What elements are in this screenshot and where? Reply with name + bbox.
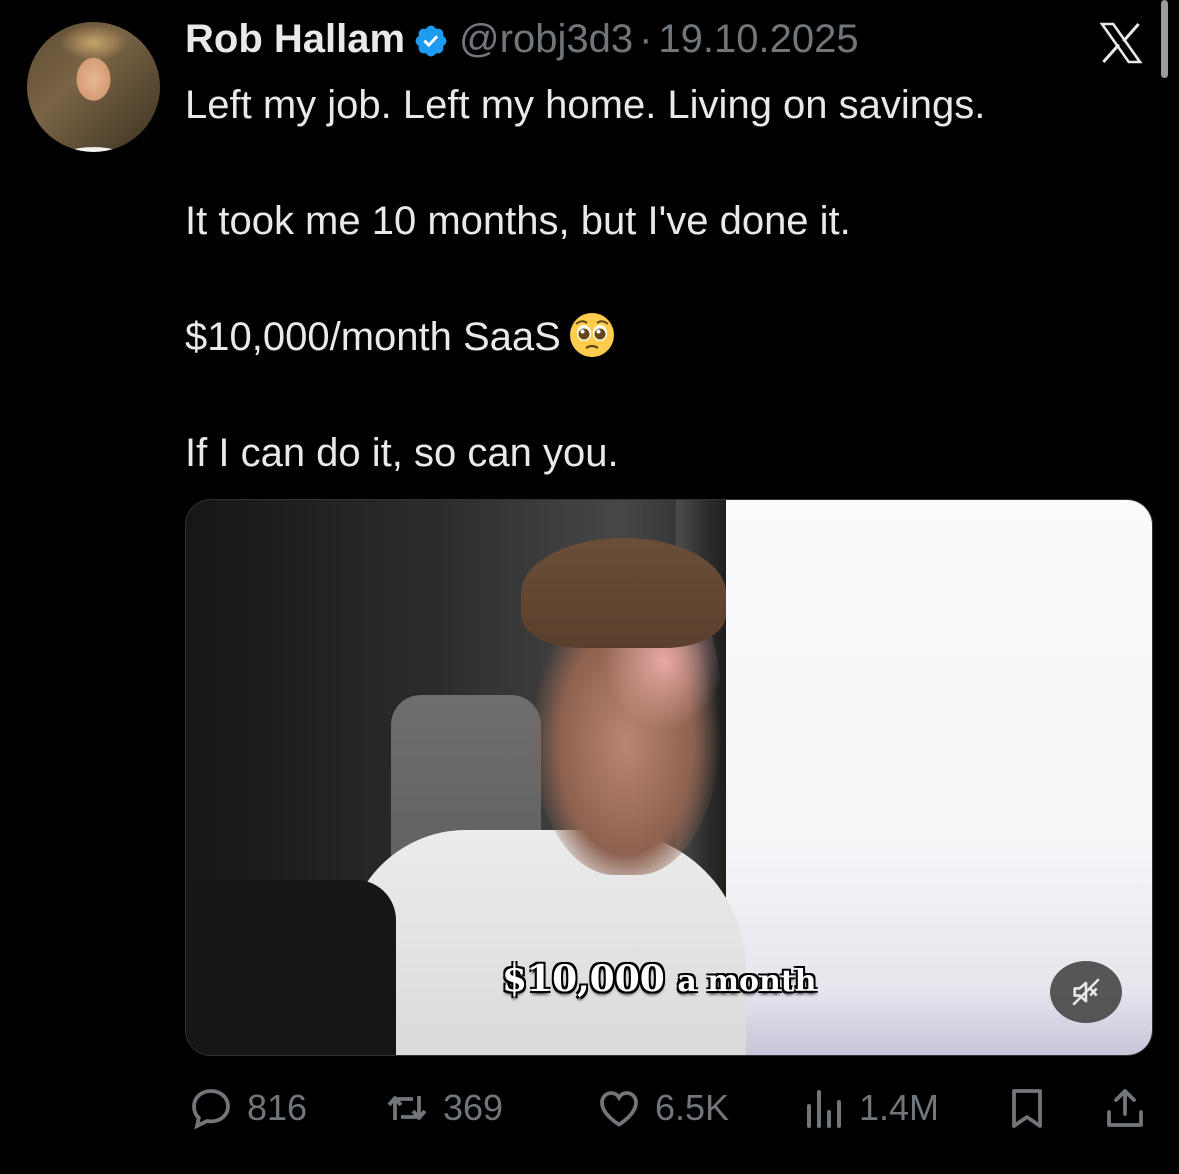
share-button[interactable]	[1101, 1080, 1149, 1136]
views-count: 1.4M	[859, 1087, 940, 1128]
video-caption-rest: a month	[677, 964, 817, 999]
repost-button[interactable]: 369	[383, 1080, 503, 1136]
heart-icon	[600, 1091, 638, 1127]
speaker-muted-icon	[1072, 978, 1100, 1006]
tweet-header: Rob Hallam @robj3d3 · 19.10.2025	[185, 14, 859, 64]
repost-count: 369	[443, 1087, 504, 1128]
video-foreground-object	[186, 880, 396, 1055]
like-button[interactable]: 6.5K	[595, 1080, 729, 1136]
video-person-body	[346, 830, 746, 1055]
mute-toggle-button[interactable]	[1050, 961, 1122, 1023]
author-handle[interactable]: @robj3d3	[459, 14, 633, 64]
reply-button[interactable]: 816	[187, 1080, 307, 1136]
tweet-date[interactable]: 19.10.2025	[658, 14, 858, 64]
bookmark-icon	[1012, 1089, 1042, 1128]
pleading-face-emoji-icon	[567, 310, 617, 360]
author-name[interactable]: Rob Hallam	[185, 14, 405, 64]
verified-badge-icon	[413, 21, 449, 57]
separator-dot: ·	[639, 17, 653, 61]
tweet-line-text: $10,000/month SaaS	[185, 315, 561, 359]
video-caption-amount: $10,000	[502, 958, 665, 1000]
bar-chart-icon	[807, 1090, 841, 1128]
speech-bubble-icon	[192, 1089, 230, 1130]
scrollbar[interactable]	[1161, 0, 1168, 78]
tweet-line: $10,000/month SaaS	[185, 308, 1145, 366]
like-count: 6.5K	[655, 1087, 730, 1128]
bookmark-button[interactable]	[1003, 1080, 1051, 1136]
video-person-hair	[521, 538, 726, 648]
author-avatar[interactable]	[27, 22, 160, 152]
tweet-text: Left my job. Left my home. Living on sav…	[185, 76, 1145, 482]
repost-arrows-icon	[387, 1096, 427, 1120]
video-player[interactable]: $10,000 a month	[185, 499, 1153, 1056]
video-caption: $10,000 a month	[502, 958, 817, 1000]
views-button[interactable]: 1.4M	[799, 1080, 939, 1136]
tweet-line: Left my job. Left my home. Living on sav…	[185, 83, 986, 127]
reply-count: 816	[247, 1087, 308, 1128]
tweet-line: It took me 10 months, but I've done it.	[185, 199, 851, 243]
tweet-actions-bar: 816 369 6.5K 1.4M	[187, 1080, 1152, 1136]
x-logo-icon[interactable]	[1096, 19, 1146, 67]
tweet-line: If I can do it, so can you.	[185, 431, 619, 475]
share-upload-icon	[1107, 1089, 1143, 1127]
